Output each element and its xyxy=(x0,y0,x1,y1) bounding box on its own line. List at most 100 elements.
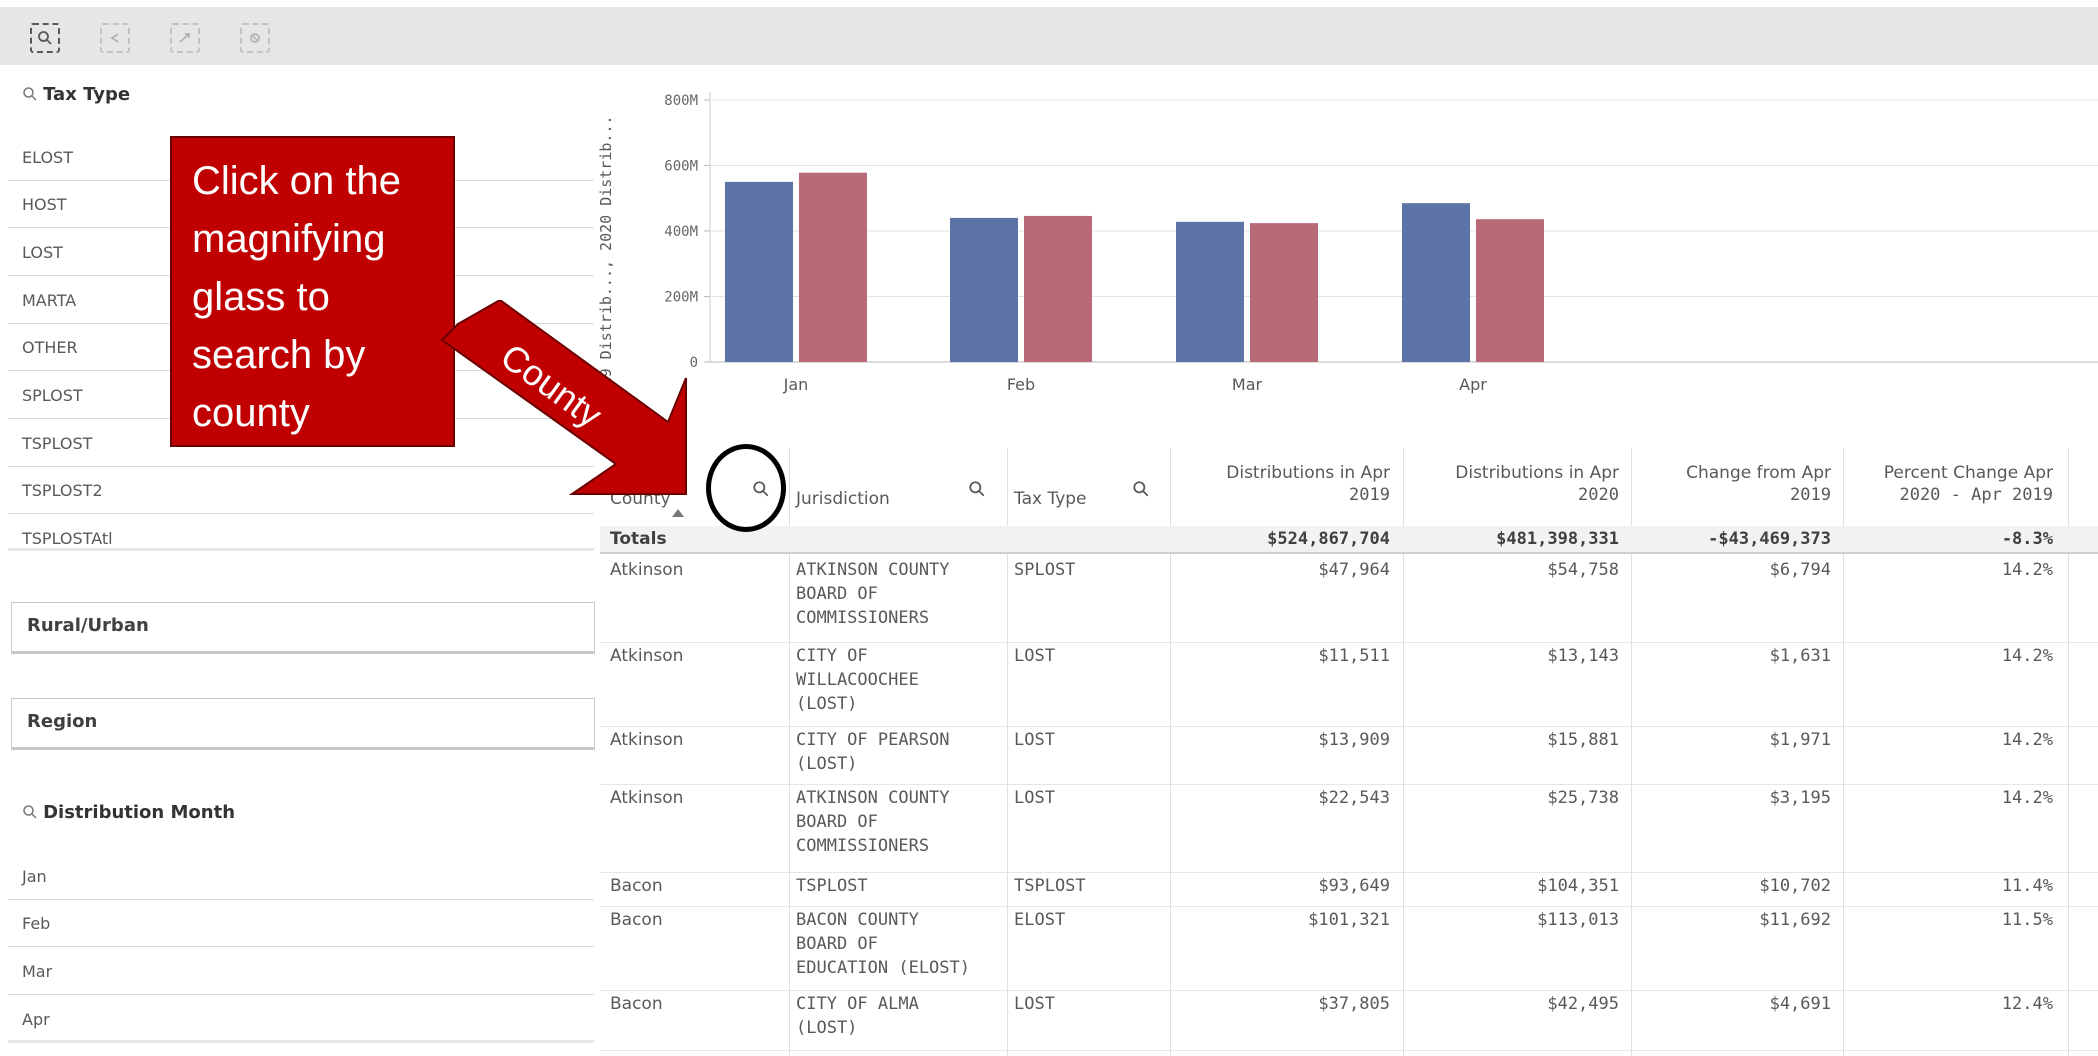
cell-county: Atkinson xyxy=(610,730,684,750)
table-row[interactable]: Bacon CITY OF ALMA (LOST) LOST $37,805 $42,49… xyxy=(600,990,2098,1051)
cell-tax-type: LOST xyxy=(1014,788,1055,808)
jurisdiction-line: BOARD OF xyxy=(796,934,878,954)
totals-dist-2019: $524,867,704 xyxy=(1267,529,1390,549)
cell-dist-2019: $37,805 xyxy=(1318,994,1390,1014)
step-back-icon[interactable] xyxy=(100,23,130,53)
search-icon[interactable] xyxy=(22,804,38,820)
totals-row: Totals $524,867,704 $481,398,331 -$43,46… xyxy=(600,526,2098,554)
cell-county: Bacon xyxy=(610,876,663,896)
annotation-arrow: County xyxy=(440,300,687,495)
chart-x-tick-label: Mar xyxy=(1232,375,1263,394)
clear-selections-icon[interactable] xyxy=(240,23,270,53)
distributions-bar-chart: 0200M400M600M800MJan Feb Mar Apr 2019 Distr… xyxy=(597,92,2098,404)
distribution-month-filter-title: Distribution Month xyxy=(43,802,236,823)
instruction-callout: Click on the magnifying glass to search … xyxy=(170,136,455,447)
callout-line: magnifying xyxy=(192,217,386,261)
column-header-dist-2019[interactable]: Distributions in Apr 2019 xyxy=(1170,462,1390,506)
distribution-table: County Jurisdiction Tax Type Distributio… xyxy=(600,448,2098,1056)
chart-x-tick-label: Apr xyxy=(1459,375,1487,394)
cell-tax-type: TSPLOST xyxy=(1014,876,1086,896)
cell-percent-change: 11.4% xyxy=(2001,876,2053,896)
cell-jurisdiction: CITY OF ALMA (LOST) xyxy=(796,992,1001,1040)
column-header-tax-type[interactable]: Tax Type xyxy=(1014,488,1087,510)
rural-urban-filter[interactable]: Rural/Urban xyxy=(11,602,595,654)
cell-change: $1,631 xyxy=(1769,646,1831,666)
jurisdiction-line: CITY OF PEARSON xyxy=(796,730,950,750)
jurisdiction-line: (LOST) xyxy=(796,694,858,714)
jurisdiction-line: BOARD OF xyxy=(796,812,878,832)
cell-county: Atkinson xyxy=(610,646,684,666)
jurisdiction-line: (LOST) xyxy=(796,754,858,774)
smart-search-icon[interactable] xyxy=(30,23,60,53)
table-row[interactable]: Bacon BACON COUNTY BOARD OF EDUCATION (ELOS… xyxy=(600,906,2098,991)
region-filter[interactable]: Region xyxy=(11,698,595,750)
jurisdiction-search-icon[interactable] xyxy=(968,480,986,498)
column-header-label: Tax Type xyxy=(1014,489,1087,509)
list-item[interactable]: TSPLOSTAtl xyxy=(8,515,594,551)
cell-dist-2019: $11,511 xyxy=(1318,646,1390,666)
rural-urban-filter-title: Rural/Urban xyxy=(27,615,149,636)
cell-jurisdiction: CITY OF WILLACOOCHEE (LOST) xyxy=(796,644,1001,716)
column-header-label: Distributions in Apr xyxy=(1226,463,1390,483)
table-row[interactable]: Atkinson CITY OF PEARSON (LOST) LOST $13,909… xyxy=(600,726,2098,785)
bar-series1-feb xyxy=(950,217,1018,362)
toolbar-tools xyxy=(0,7,286,65)
cell-percent-change: 14.2% xyxy=(2001,560,2053,580)
cell-jurisdiction: ATKINSON COUNTY BOARD OF COMMISSIONERS xyxy=(796,558,1001,630)
chart-x-tick-label: Jan xyxy=(783,375,809,394)
jurisdiction-line: COMMISSIONERS xyxy=(796,836,930,856)
cell-dist-2019: $13,909 xyxy=(1318,730,1390,750)
bar-series2-jan xyxy=(799,172,867,362)
column-header-percent-change[interactable]: Percent Change Apr 2020 - Apr 2019 xyxy=(1843,462,2053,506)
jurisdiction-line: TSPLOST xyxy=(796,876,868,896)
cell-county: Atkinson xyxy=(610,788,684,808)
cell-change: $3,195 xyxy=(1769,788,1831,808)
jurisdiction-line: CITY OF xyxy=(796,646,868,666)
jurisdiction-line: BACON COUNTY xyxy=(796,910,919,930)
bar-series2-mar xyxy=(1250,223,1318,362)
column-header-jurisdiction[interactable]: Jurisdiction xyxy=(796,488,890,510)
sort-ascending-icon[interactable] xyxy=(672,508,684,518)
list-item[interactable]: Apr xyxy=(8,996,594,1043)
list-item[interactable]: Jan xyxy=(8,853,594,900)
list-item[interactable]: Mar xyxy=(8,948,594,995)
search-icon[interactable] xyxy=(22,86,38,102)
cell-tax-type: LOST xyxy=(1014,994,1055,1014)
cell-percent-change: 14.2% xyxy=(2001,730,2053,750)
highlight-circle xyxy=(706,444,786,532)
list-item[interactable]: Feb xyxy=(8,900,594,947)
tax-type-search-icon[interactable] xyxy=(1132,480,1150,498)
region-filter-title: Region xyxy=(27,711,98,732)
cell-change: $4,691 xyxy=(1769,994,1831,1014)
table-row[interactable]: Atkinson ATKINSON COUNTY BOARD OF COMMISSIO… xyxy=(600,784,2098,873)
totals-dist-2020: $481,398,331 xyxy=(1496,529,1619,549)
jurisdiction-line: CITY OF ALMA xyxy=(796,994,919,1014)
cell-county: Bacon xyxy=(610,994,663,1014)
totals-change: -$43,469,373 xyxy=(1708,529,1831,549)
cell-percent-change: 14.2% xyxy=(2001,646,2053,666)
cell-dist-2020: $104,351 xyxy=(1537,876,1619,896)
table-row[interactable]: Atkinson CITY OF WILLACOOCHEE (LOST) LOST $11… xyxy=(600,642,2098,727)
jurisdiction-line: ATKINSON COUNTY xyxy=(796,560,950,580)
column-header-dist-2020[interactable]: Distributions in Apr 2020 xyxy=(1403,462,1619,506)
step-forward-icon[interactable] xyxy=(170,23,200,53)
cell-tax-type: ELOST xyxy=(1014,910,1066,930)
column-header-change[interactable]: Change from Apr 2019 xyxy=(1631,462,1831,506)
table-row[interactable]: Bacon TSPLOST TSPLOST $93,649 $104,351 $10,70… xyxy=(600,872,2098,907)
column-header-label: 2020 xyxy=(1578,485,1619,505)
jurisdiction-line: ATKINSON COUNTY xyxy=(796,788,950,808)
table-row[interactable]: Atkinson ATKINSON COUNTY BOARD OF COMMISSIO… xyxy=(600,556,2098,643)
bar-series2-feb xyxy=(1024,215,1092,362)
jurisdiction-line: EDUCATION (ELOST) xyxy=(796,958,970,978)
callout-line: Click on the xyxy=(192,159,401,203)
distribution-month-filter-header[interactable]: Distribution Month xyxy=(22,802,235,823)
cell-dist-2019: $22,543 xyxy=(1318,788,1390,808)
callout-line: search by xyxy=(192,333,366,377)
cell-jurisdiction: CITY OF PEARSON (LOST) xyxy=(796,728,1001,776)
column-header-label: 2020 - Apr 2019 xyxy=(1899,485,2053,505)
cell-tax-type: LOST xyxy=(1014,730,1055,750)
tax-type-filter-title: Tax Type xyxy=(43,84,131,105)
bar-series1-jan xyxy=(725,181,793,362)
cell-percent-change: 14.2% xyxy=(2001,788,2053,808)
tax-type-filter-header[interactable]: Tax Type xyxy=(22,84,130,105)
